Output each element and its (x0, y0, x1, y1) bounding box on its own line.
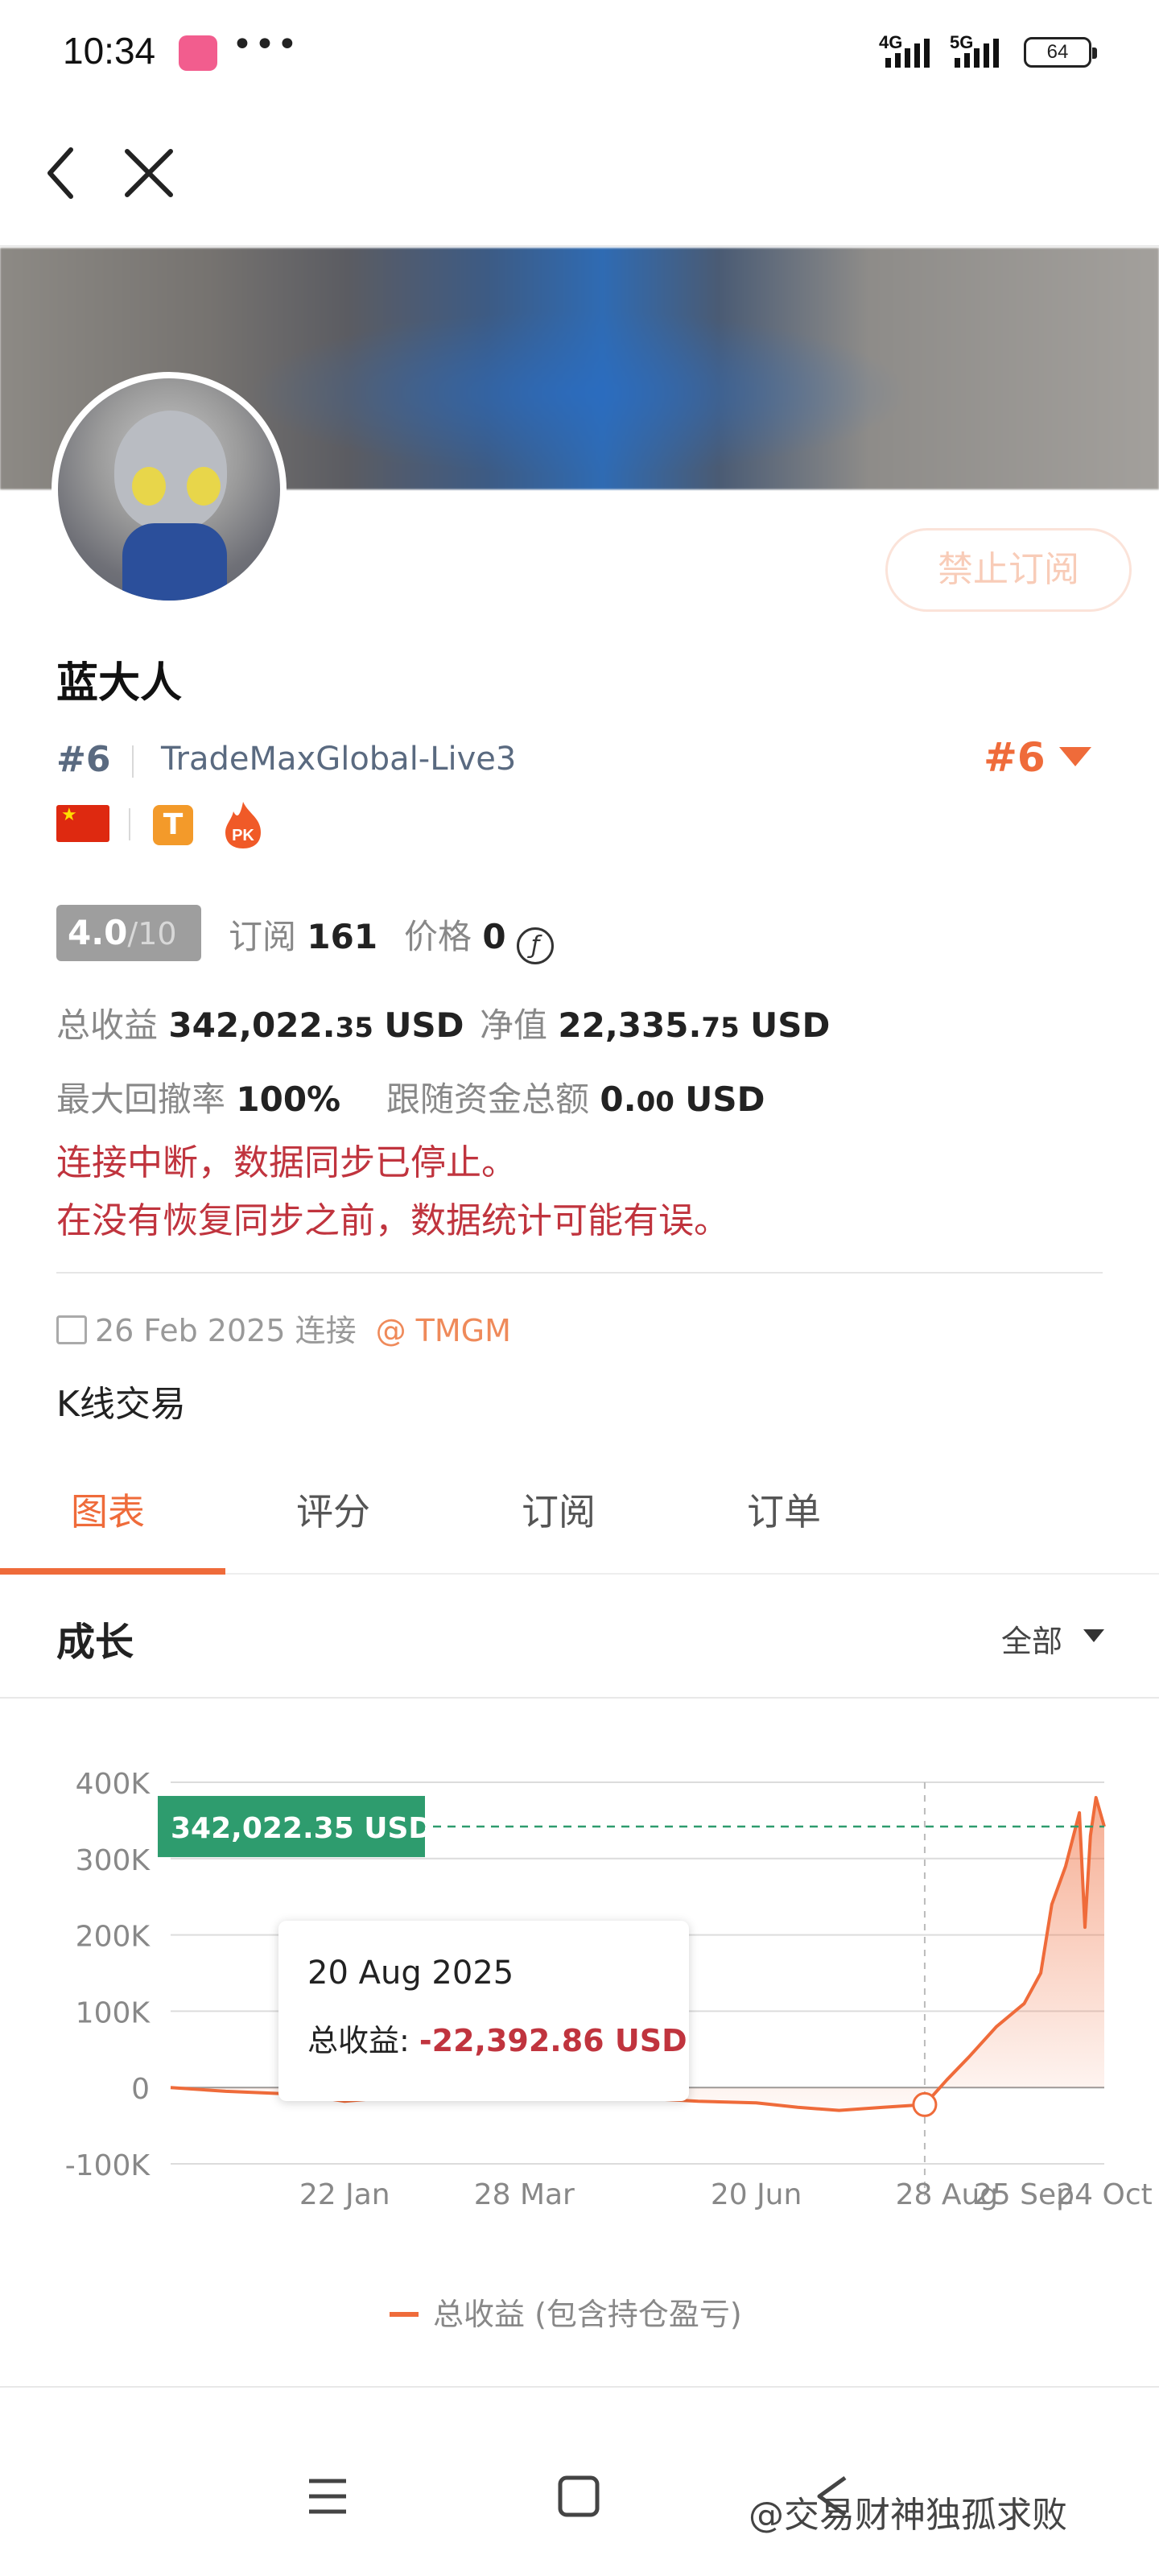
x-tick-label: 24 Oct (1056, 2178, 1153, 2211)
total-profit-unit: USD (384, 1005, 464, 1045)
connection-info: 26 Feb 2025 连接 @ TMGM (56, 1306, 511, 1350)
coin-icon: ƒ (516, 927, 554, 964)
legend-label: 总收益 (包含持仓盈亏) (433, 2297, 742, 2332)
flag-star-icon: ★ (61, 805, 77, 825)
strategy-description: K线交易 (56, 1384, 186, 1425)
close-icon[interactable] (121, 145, 177, 201)
max-drawdown-label: 最大回撤率 (56, 1080, 226, 1119)
x-tick-label: 22 Jan (299, 2178, 390, 2211)
growth-range-filter[interactable]: 全部 (1001, 1616, 1062, 1661)
broker-link[interactable]: @ TMGM (376, 1313, 511, 1348)
total-profit-stat: 总收益 342,022.35 USD (56, 998, 464, 1047)
tooltip-value: -22,392.86 USD (419, 2023, 687, 2058)
score-max: /10 (127, 916, 177, 952)
rank-label: #6 (56, 739, 111, 780)
price-label: 价格 (404, 917, 472, 956)
tooltip-value-line: 总收益: -22,392.86 USD (307, 2016, 687, 2060)
triangle-down-icon[interactable] (1059, 747, 1091, 766)
follow-funds-decimals: 00 (636, 1086, 674, 1118)
rank-dropdown-label[interactable]: #6 (984, 734, 1046, 781)
tab-orders[interactable]: 订单 (747, 1483, 821, 1536)
y-tick-label: -100K (65, 2149, 151, 2182)
divider (129, 808, 130, 840)
x-tick-label: 28 Mar (474, 2178, 575, 2211)
total-profit-main: 342,022. (168, 1005, 336, 1045)
subscribe-count: 161 (307, 917, 378, 956)
connection-date: 26 Feb 2025 连接 (95, 1313, 357, 1348)
price-value: 0 (482, 917, 506, 956)
divider (0, 1697, 1159, 1699)
avatar[interactable] (52, 372, 287, 607)
total-profit-decimals: 35 (335, 1012, 373, 1044)
total-profit-label: 总收益 (56, 1005, 159, 1045)
watermark-text: @交易财神独孤求败 (749, 2495, 1067, 2536)
chart-tooltip: 20 Aug 2025 总收益: -22,392.86 USD (278, 1921, 689, 2101)
active-tab-indicator (0, 1568, 225, 1575)
warning-data-inaccurate: 在没有恢复同步之前，数据统计可能有误。 (56, 1200, 729, 1241)
broker-server: TradeMaxGlobal-Live3 (161, 741, 517, 778)
current-value-label: 342,022.35 USD (171, 1812, 432, 1845)
price-stat: 价格 0 ƒ (404, 910, 554, 964)
china-flag-icon: ★ (56, 805, 109, 842)
equity-unit: USD (750, 1005, 831, 1045)
growth-section-title: 成长 (56, 1620, 134, 1665)
menu-icon[interactable] (306, 2476, 349, 2516)
y-tick-label: 200K (76, 1921, 151, 1954)
legend-swatch (390, 2312, 419, 2317)
x-tick-label: 20 Jun (711, 2178, 802, 2211)
max-drawdown-stat: 最大回撤率 100% (56, 1072, 340, 1121)
more-notifications-icon: ••• (232, 24, 299, 65)
triangle-down-icon[interactable] (1083, 1629, 1104, 1642)
subscribe-label: 订阅 (229, 917, 297, 956)
trader-name: 蓝大人 (56, 659, 183, 708)
divider (0, 2386, 1159, 2388)
pk-fire-badge-icon: PK (225, 802, 261, 848)
signal-bars-icon-2 (955, 39, 999, 68)
tab-subscribe[interactable]: 订阅 (522, 1483, 596, 1536)
status-bar: 10:34 ••• 4G 5G 64 (0, 0, 1159, 105)
status-time: 10:34 (63, 30, 156, 72)
equity-decimals: 75 (701, 1012, 740, 1044)
tooltip-label: 总收益: (307, 2023, 419, 2058)
rating-score: 4.0/10 (56, 905, 201, 961)
t-badge-icon: T (153, 805, 193, 845)
y-tick-label: 400K (76, 1768, 151, 1801)
follow-funds-main: 0. (600, 1080, 637, 1119)
max-drawdown-value: 100% (236, 1080, 341, 1119)
subscribe-count-stat: 订阅 161 (229, 910, 377, 959)
equity-stat: 净值 22,335.75 USD (480, 998, 830, 1047)
y-tick-label: 100K (76, 1996, 151, 2029)
follow-funds-label: 跟随资金总额 (386, 1080, 590, 1119)
tab-bar: 图表 评分 订阅 订单 (0, 1449, 1159, 1575)
highlight-point (912, 2091, 938, 2117)
calendar-icon (56, 1315, 87, 1344)
tab-chart[interactable]: 图表 (71, 1483, 145, 1536)
pk-badge-text: PK (232, 827, 254, 844)
signal-bars-icon (885, 39, 930, 68)
y-tick-label: 0 (131, 2073, 150, 2106)
bilibili-app-icon (179, 35, 217, 71)
chart-legend[interactable]: 总收益 (包含持仓盈亏) (390, 2289, 742, 2334)
tab-rating[interactable]: 评分 (296, 1483, 370, 1536)
divider (56, 1272, 1103, 1274)
back-arrow-icon[interactable] (35, 145, 92, 201)
y-tick-label: 300K (76, 1844, 151, 1877)
nav-bar (0, 105, 1159, 246)
divider (132, 745, 134, 778)
follow-funds-stat: 跟随资金总额 0.00 USD (386, 1072, 765, 1121)
follow-funds-unit: USD (685, 1080, 765, 1119)
ban-subscribe-button[interactable]: 禁止订阅 (885, 528, 1132, 612)
warning-connection-lost: 连接中断，数据同步已停止。 (56, 1142, 517, 1183)
equity-label: 净值 (480, 1005, 548, 1045)
tooltip-date: 20 Aug 2025 (307, 1955, 514, 1992)
equity-main: 22,335. (558, 1005, 702, 1045)
home-square-icon[interactable] (557, 2475, 600, 2518)
score-value: 4.0 (68, 913, 128, 952)
battery-icon: 64 (1024, 37, 1097, 68)
